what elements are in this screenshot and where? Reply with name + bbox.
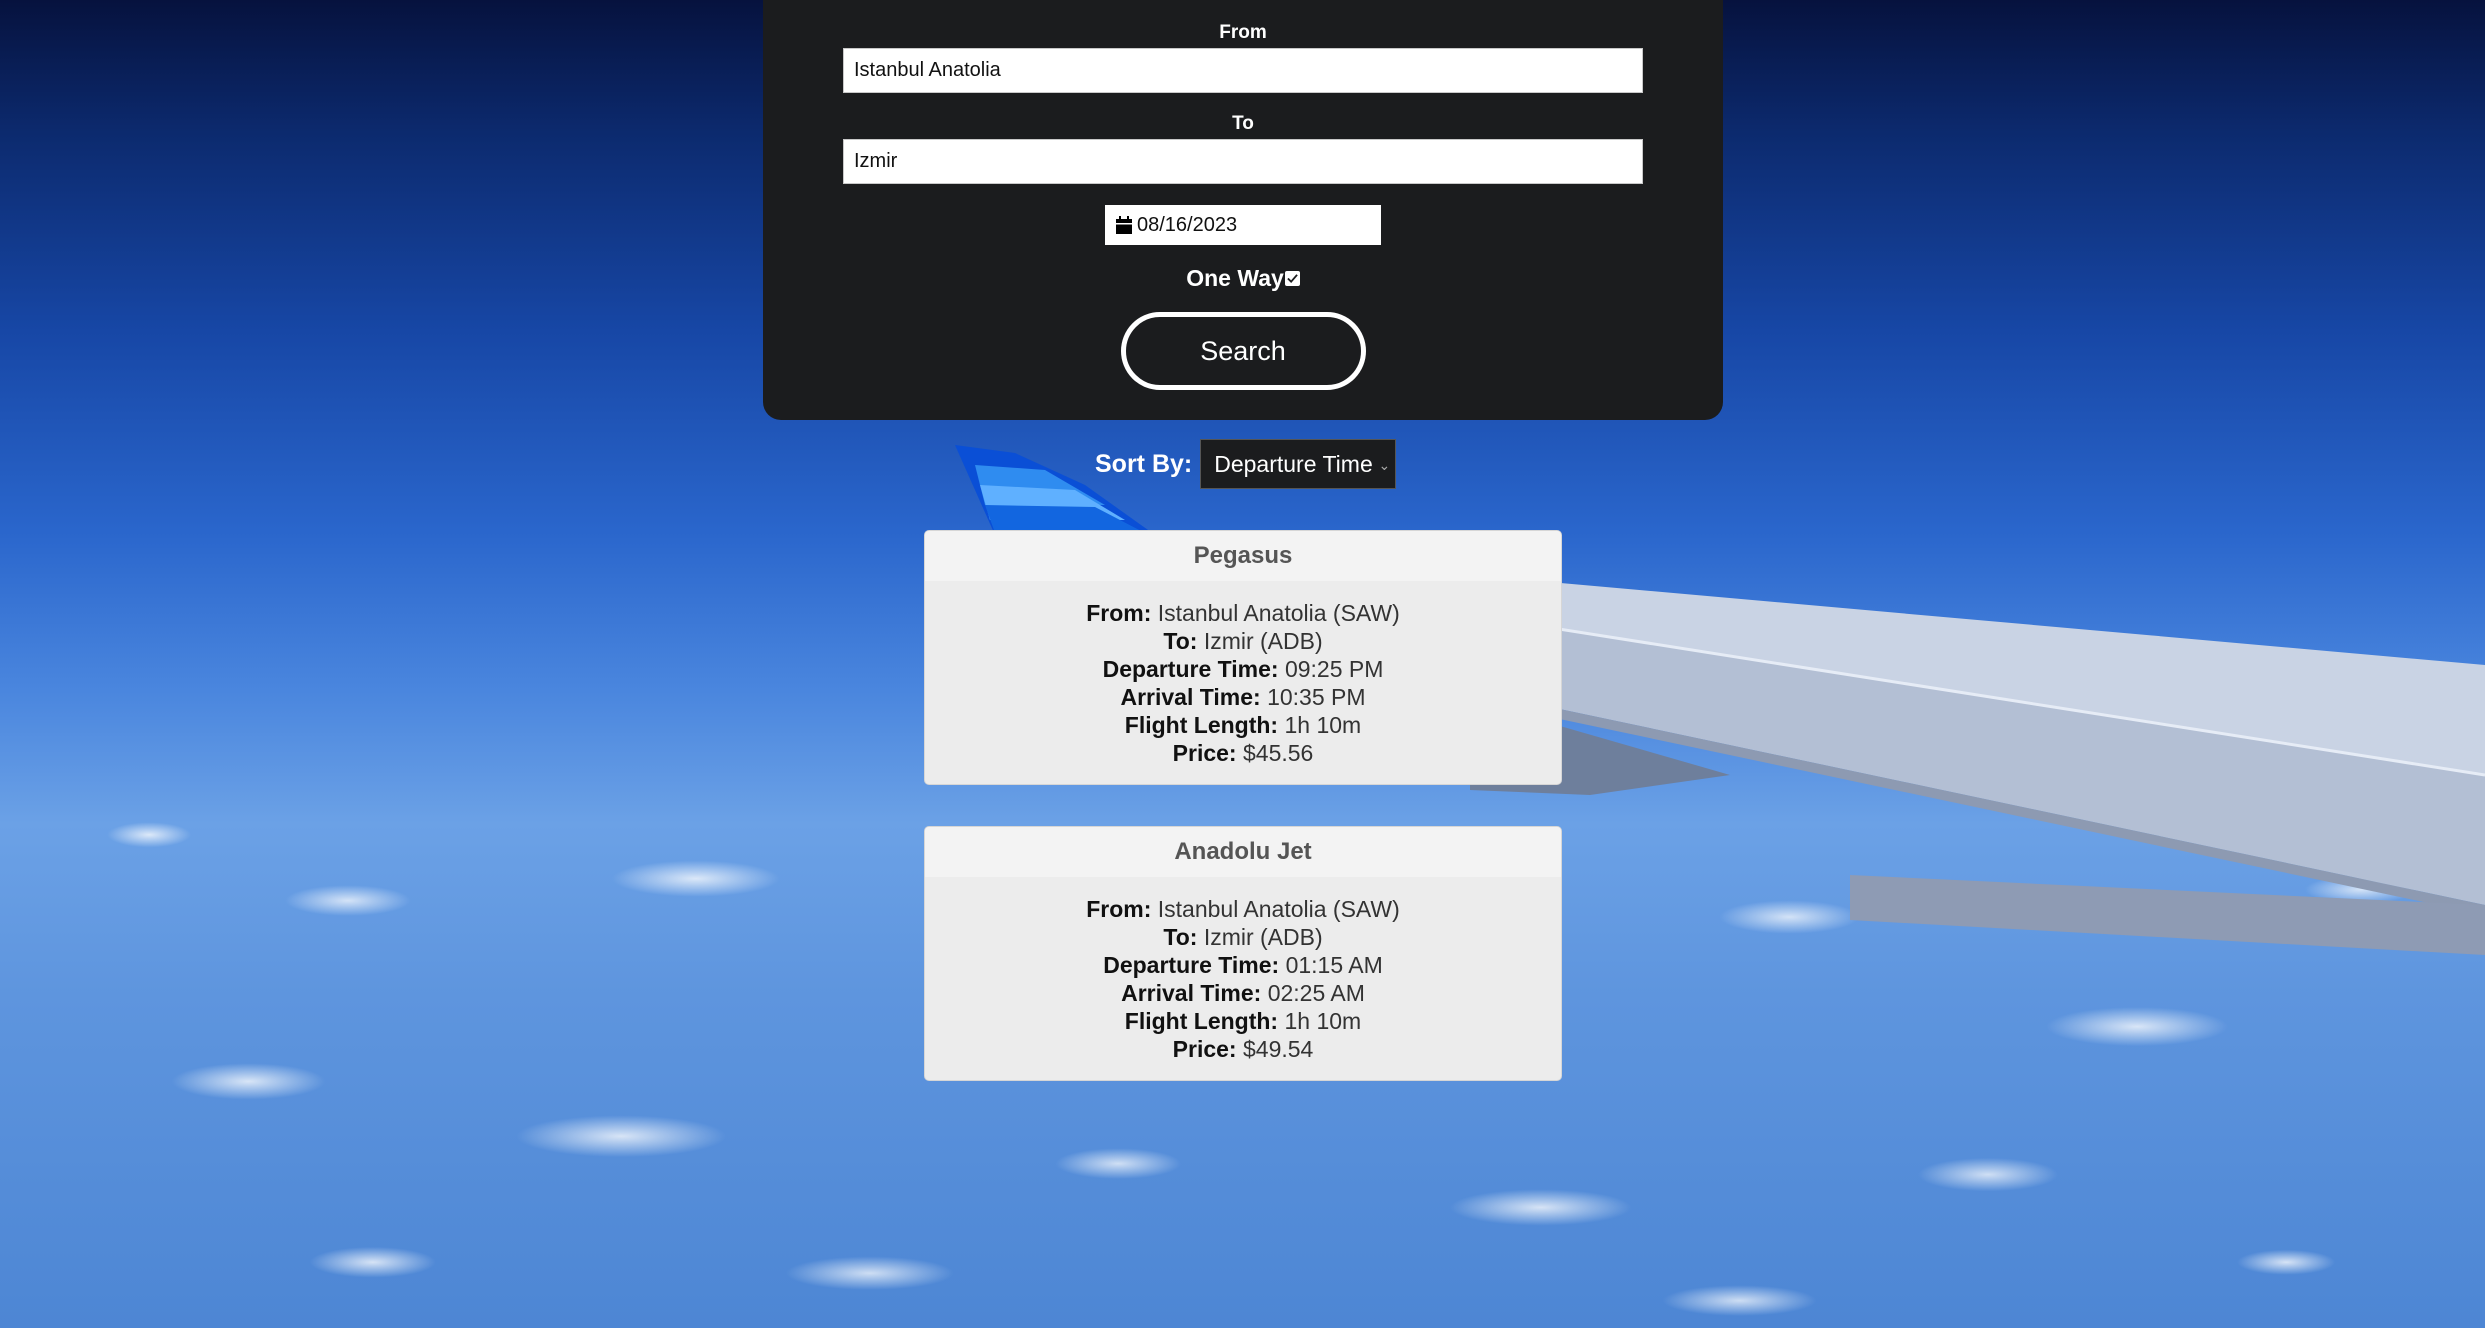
length-row: Flight Length: 1h 10m (925, 711, 1561, 739)
chevron-down-icon: ⌄ (1378, 457, 1391, 473)
search-button[interactable]: Search (1120, 312, 1366, 390)
to-row-label: To: (1163, 628, 1198, 654)
length-row-label: Flight Length: (1124, 1008, 1279, 1034)
departure-row: Departure Time: 01:15 AM (925, 951, 1561, 979)
from-input[interactable] (843, 48, 1643, 93)
to-label: To (1232, 113, 1254, 134)
price-row-label: Price: (1172, 740, 1237, 766)
arrival-row-label: Arrival Time: (1120, 684, 1261, 710)
departure-row-value: 01:15 AM (1285, 952, 1383, 978)
one-way-label: One Way (1186, 265, 1284, 291)
arrival-row: Arrival Time: 10:35 PM (925, 683, 1561, 711)
flight-details: From: Istanbul Anatolia (SAW) To: Izmir … (925, 877, 1561, 1063)
from-row-value: Istanbul Anatolia (SAW) (1157, 896, 1400, 922)
to-row: To: Izmir (ADB) (925, 923, 1561, 951)
to-row-value: Izmir (ADB) (1203, 924, 1323, 950)
flight-card[interactable]: Anadolu Jet From: Istanbul Anatolia (SAW… (924, 826, 1562, 1081)
arrival-row: Arrival Time: 02:25 AM (925, 979, 1561, 1007)
flight-card[interactable]: Pegasus From: Istanbul Anatolia (SAW) To… (924, 530, 1562, 785)
sort-label: Sort By: (1095, 449, 1193, 478)
sort-select[interactable]: Departure Time ⌄ (1200, 439, 1397, 489)
from-row-value: Istanbul Anatolia (SAW) (1157, 600, 1400, 626)
airline-name: Anadolu Jet (925, 827, 1561, 877)
one-way-toggle[interactable]: One Way (1186, 265, 1300, 292)
sort-control: Sort By: Departure Time ⌄ (1095, 438, 1397, 490)
checkbox-checked-icon[interactable] (1284, 271, 1300, 286)
from-row-label: From: (1086, 600, 1152, 626)
from-row-label: From: (1086, 896, 1152, 922)
price-row: Price: $45.56 (925, 739, 1561, 767)
flight-details: From: Istanbul Anatolia (SAW) To: Izmir … (925, 581, 1561, 767)
length-row: Flight Length: 1h 10m (925, 1007, 1561, 1035)
from-row: From: Istanbul Anatolia (SAW) (925, 599, 1561, 627)
price-row-label: Price: (1172, 1036, 1237, 1062)
date-picker[interactable]: 08/16/2023 (1105, 205, 1381, 245)
length-row-label: Flight Length: (1124, 712, 1279, 738)
airline-name: Pegasus (925, 531, 1561, 581)
airplane-wing-image (1470, 575, 2485, 955)
to-row: To: Izmir (ADB) (925, 627, 1561, 655)
length-row-value: 1h 10m (1284, 1008, 1362, 1034)
sort-selected-value: Departure Time (1214, 450, 1373, 477)
price-row-value: $45.56 (1242, 740, 1314, 766)
departure-row-label: Departure Time: (1103, 952, 1280, 978)
departure-row-label: Departure Time: (1102, 656, 1279, 682)
date-value: 08/16/2023 (1137, 213, 1238, 236)
arrival-row-value: 02:25 AM (1267, 980, 1365, 1006)
from-label: From (1219, 22, 1267, 43)
arrival-row-label: Arrival Time: (1121, 980, 1262, 1006)
length-row-value: 1h 10m (1284, 712, 1362, 738)
price-row: Price: $49.54 (925, 1035, 1561, 1063)
price-row-value: $49.54 (1242, 1036, 1314, 1062)
to-row-value: Izmir (ADB) (1203, 628, 1323, 654)
to-row-label: To: (1163, 924, 1198, 950)
departure-row-value: 09:25 PM (1284, 656, 1384, 682)
arrival-row-value: 10:35 PM (1267, 684, 1366, 710)
from-row: From: Istanbul Anatolia (SAW) (925, 895, 1561, 923)
search-panel: From To 08/16/2023 One Way Search (763, 0, 1723, 420)
departure-row: Departure Time: 09:25 PM (925, 655, 1561, 683)
to-input[interactable] (843, 139, 1643, 184)
calendar-icon (1116, 216, 1132, 234)
